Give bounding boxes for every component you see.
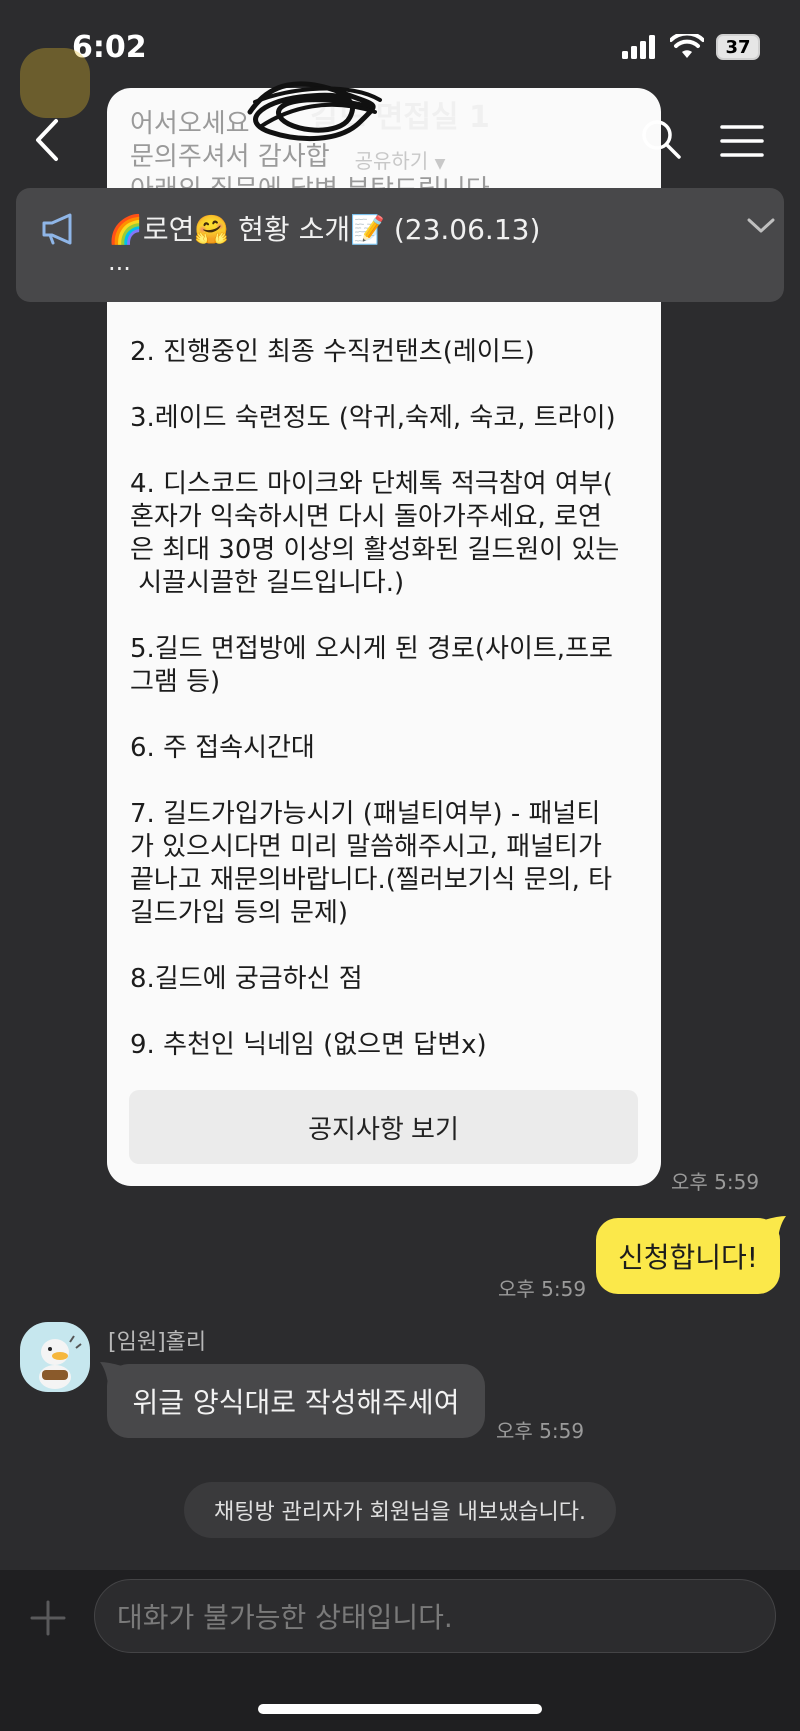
megaphone-icon	[42, 213, 72, 245]
input-placeholder: 대화가 불가능한 상태입니다.	[117, 1601, 453, 1634]
card-timestamp: 오후 5:59	[671, 1170, 760, 1194]
cellular-signal-icon	[622, 35, 655, 59]
view-notice-button[interactable]: 공지사항 보기	[129, 1090, 638, 1164]
plus-icon[interactable]	[28, 1598, 68, 1638]
notice-ellipsis: ...	[108, 248, 131, 276]
received-message-timestamp: 오후 5:59	[496, 1419, 585, 1443]
bubble-tail	[764, 1216, 786, 1238]
my-message-bubble[interactable]: 신청합니다!	[596, 1218, 780, 1294]
question-item: 5.길드 면접방에 오시게 된 경로(사이트,프로 그램 등)	[130, 634, 613, 697]
question-list: 2. 진행중인 최종 수직컨탠츠(레이드) 3.레이드 숙련정도 (악귀,숙제,…	[130, 336, 645, 1095]
chevron-down-icon[interactable]	[746, 216, 776, 236]
notice-banner[interactable]: 🌈로연🤗 현황 소개📝 (23.06.13) ...	[16, 188, 784, 302]
received-message-bubble[interactable]: 위글 양식대로 작성해주세여	[107, 1364, 485, 1438]
home-indicator	[258, 1704, 542, 1714]
question-item: 4. 디스코드 마이크와 단체톡 적극참여 여부( 혼자가 익숙하시면 다시 돌…	[130, 469, 620, 598]
wifi-icon	[670, 34, 704, 58]
redaction-scribble	[247, 81, 382, 142]
bubble-tail	[100, 1362, 122, 1384]
question-item: 8.길드에 궁금하신 점	[130, 964, 363, 994]
message-input[interactable]: 대화가 불가능한 상태입니다.	[94, 1579, 776, 1653]
menu-icon[interactable]	[720, 124, 764, 158]
my-message-timestamp: 오후 5:59	[498, 1277, 587, 1301]
search-icon[interactable]	[640, 118, 682, 160]
status-icons: 37	[622, 34, 760, 60]
question-item: 2. 진행중인 최종 수직컨탠츠(레이드)	[130, 337, 535, 367]
notice-text: 🌈로연🤗 현황 소개📝 (23.06.13)	[108, 213, 541, 246]
avatar[interactable]	[20, 1322, 90, 1392]
question-item: 6. 주 접속시간대	[130, 733, 315, 763]
duck-avatar-icon	[39, 1335, 82, 1389]
question-item: 9. 추천인 닉네임 (없으면 답변x)	[130, 1030, 487, 1060]
question-item: 7. 길드가입가능시기 (패널티여부) - 패널티 가 있으시다면 미리 말씀해…	[130, 799, 613, 928]
system-message: 채팅방 관리자가 회원님을 내보냈습니다.	[184, 1482, 616, 1538]
caret-down-icon: ▼	[434, 156, 446, 172]
share-label: 공유하기	[354, 149, 429, 173]
question-item: 3.레이드 숙련정도 (악귀,숙제, 숙코, 트라이)	[130, 403, 616, 433]
battery-indicator: 37	[716, 34, 760, 60]
sender-name: [임원]홀리	[108, 1330, 207, 1355]
